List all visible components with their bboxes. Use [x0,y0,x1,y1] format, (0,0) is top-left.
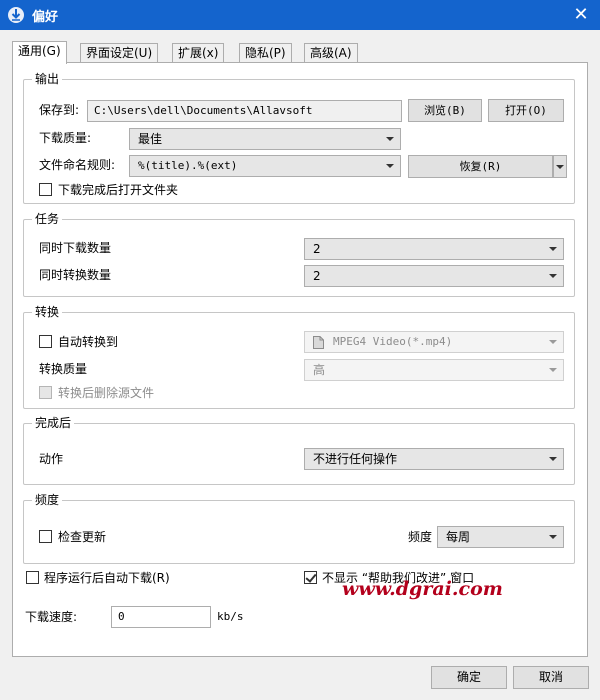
output-group: 输出 保存到: C:\Users\dell\Documents\Allavsof… [23,72,575,204]
convert-group: 转换 自动转换到 MPEG4 Video(*.mp4) 转换质量 高 转换后删除… [23,305,575,409]
convert-quality-label: 转换质量 [39,362,88,376]
chevron-down-icon [556,165,564,169]
frequency-value: 每周 [446,530,471,544]
window-title: 偏好 [32,10,59,25]
browse-button[interactable]: 浏览(B) [408,99,482,122]
app-download-icon [8,7,24,23]
frequency-select[interactable]: 每周 [437,526,564,548]
delete-source-checkbox[interactable] [39,386,52,399]
watermark-text: www.dgrai.com [342,578,503,600]
tab-extensions[interactable]: 扩展(x) [172,43,225,63]
cancel-button[interactable]: 取消 [513,666,589,689]
download-speed-label: 下载速度: [25,610,78,624]
concurrent-converts-value: 2 [313,269,321,283]
restore-button[interactable]: 恢复(R) [408,155,553,178]
speed-unit-label: kb/s [217,610,244,623]
naming-rule-label: 文件命名规则: [39,158,116,172]
naming-rule-value: %(title).%(ext) [138,159,238,172]
auto-convert-checkbox[interactable] [39,335,52,348]
chevron-down-icon [549,457,557,461]
tab-general[interactable]: 通用(G) [12,41,67,64]
download-quality-select[interactable]: 最佳 [129,128,401,150]
chevron-down-icon [549,368,557,372]
after-complete-group-title: 完成后 [32,416,75,430]
delete-source-label: 转换后删除源文件 [58,386,155,400]
open-folder-button[interactable]: 打开(O) [488,99,564,122]
after-complete-action-select[interactable]: 不进行任何操作 [304,448,564,470]
check-update-label: 检查更新 [58,530,107,544]
chevron-down-icon [549,340,557,344]
ok-button[interactable]: 确定 [431,666,507,689]
auto-download-checkbox[interactable] [26,571,39,584]
output-group-title: 输出 [32,72,63,86]
concurrent-downloads-value: 2 [313,242,321,256]
tab-interface[interactable]: 界面设定(U) [80,43,159,63]
tab-privacy[interactable]: 隐私(P) [239,43,292,63]
tasks-group-title: 任务 [32,212,63,226]
concurrent-converts-select[interactable]: 2 [304,265,564,287]
concurrent-converts-label: 同时转换数量 [39,268,112,282]
auto-download-label: 程序运行后自动下载(R) [44,571,170,585]
convert-format-select[interactable]: MPEG4 Video(*.mp4) [304,331,564,353]
chevron-down-icon [549,274,557,278]
title-bar: 偏好 ✕ [0,0,600,30]
download-quality-value: 最佳 [138,132,163,146]
chevron-down-icon [549,247,557,251]
download-speed-input[interactable]: 0 [111,606,211,628]
save-path-field[interactable]: C:\Users\dell\Documents\Allavsoft [87,100,402,122]
close-icon[interactable]: ✕ [570,4,592,26]
convert-quality-value: 高 [313,363,326,377]
chevron-down-icon [386,164,394,168]
tasks-group: 任务 同时下载数量 2 同时转换数量 2 [23,212,575,297]
video-file-icon [313,336,324,356]
hide-help-window-checkbox[interactable] [304,571,317,584]
convert-group-title: 转换 [32,305,63,319]
open-folder-checkbox[interactable] [39,183,52,196]
chevron-down-icon [386,137,394,141]
frequency-group-title: 频度 [32,493,63,507]
frequency-group: 频度 检查更新 频度 每周 [23,493,575,564]
restore-dropdown-button[interactable] [553,155,567,178]
concurrent-downloads-select[interactable]: 2 [304,238,564,260]
chevron-down-icon [549,535,557,539]
auto-convert-label: 自动转换到 [58,335,119,349]
action-label: 动作 [39,452,64,466]
convert-quality-select[interactable]: 高 [304,359,564,381]
general-panel: 输出 保存到: C:\Users\dell\Documents\Allavsof… [12,62,588,657]
check-update-checkbox[interactable] [39,530,52,543]
tab-advanced[interactable]: 高级(A) [304,43,358,63]
convert-format-value: MPEG4 Video(*.mp4) [333,335,453,348]
concurrent-downloads-label: 同时下载数量 [39,241,112,255]
naming-rule-select[interactable]: %(title).%(ext) [129,155,401,177]
frequency-label: 频度 [408,530,433,544]
download-quality-label: 下载质量: [39,131,92,145]
after-complete-group: 完成后 动作 不进行任何操作 [23,416,575,485]
open-folder-label: 下载完成后打开文件夹 [58,183,179,197]
save-to-label: 保存到: [39,103,80,117]
after-complete-action-value: 不进行任何操作 [313,452,398,466]
